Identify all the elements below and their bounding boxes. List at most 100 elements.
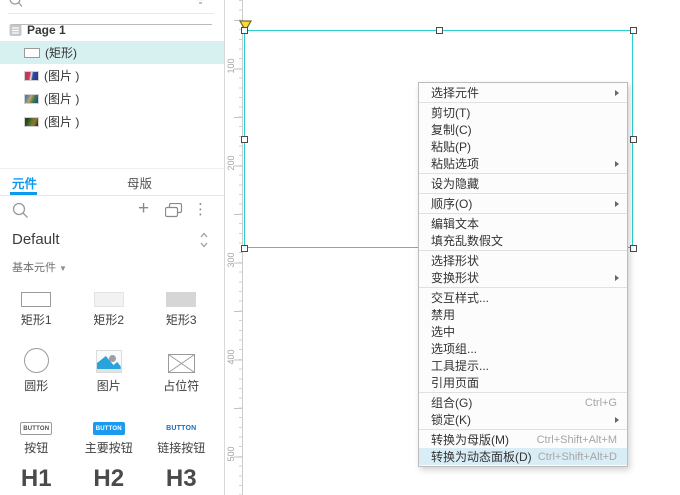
menu-separator (419, 102, 627, 103)
menu-item-label: 工具提示... (431, 359, 490, 373)
widget-h3[interactable]: H3 (145, 455, 218, 495)
widget-label: 按钮 (24, 441, 49, 455)
menu-item-convert-to-dynamic-panel[interactable]: 转换为动态面板(D) Ctrl+Shift+Alt+D (419, 448, 627, 465)
section-basic-widgets[interactable]: 基本元件 ▼ (12, 259, 67, 275)
widget-label: 矩形1 (20, 313, 52, 327)
libraries-icon[interactable] (165, 203, 183, 218)
widget-placeholder[interactable]: 占位符 (145, 327, 218, 393)
widget-link-button[interactable]: BUTTON 链接按钮 (145, 393, 218, 455)
widget-rectangle3[interactable]: 矩形3 (145, 283, 218, 327)
primary-button-widget-icon: BUTTON (92, 422, 125, 435)
rectangle3-icon (166, 292, 197, 307)
menu-item-fill-lorem[interactable]: 填充乱数假文 (419, 232, 627, 249)
resize-handle-top-middle[interactable] (436, 27, 443, 34)
outline-filter-icon[interactable] (194, 0, 207, 5)
library-selector-value: Default (12, 231, 60, 248)
menu-item-group[interactable]: 组合(G) Ctrl+G (419, 394, 627, 411)
widget-search-icon[interactable] (12, 202, 29, 219)
submenu-arrow-icon (615, 416, 619, 423)
image-widget-icon (95, 350, 122, 373)
menu-separator (419, 287, 627, 288)
menu-item-cut[interactable]: 剪切(T) (419, 104, 627, 121)
widget-rectangle2[interactable]: 矩形2 (73, 283, 146, 327)
menu-item-shortcut: Ctrl+G (584, 396, 617, 409)
menu-item-interaction-styles[interactable]: 交互样式... (419, 289, 627, 306)
menu-item-label: 复制(C) (431, 123, 472, 137)
menu-item-paste-options[interactable]: 粘贴选项 (419, 155, 627, 172)
rectangle-icon (24, 47, 40, 58)
outline-header (0, 0, 224, 13)
menu-item-edit-text[interactable]: 编辑文本 (419, 215, 627, 232)
outline-item-image-3[interactable]: (图片 ) (0, 110, 224, 133)
placeholder-icon (167, 354, 195, 373)
menu-item-label: 选择元件 (431, 86, 480, 100)
outline-item-image-1[interactable]: (图片 ) (0, 64, 224, 87)
menu-item-paste[interactable]: 粘贴(P) (419, 138, 627, 155)
widget-h1[interactable]: H1 (0, 455, 73, 495)
widget-label: 圆形 (24, 379, 49, 393)
menu-item-reference-page[interactable]: 引用页面 (419, 374, 627, 391)
widget-h2[interactable]: H2 (73, 455, 146, 495)
menu-item-label: 选择形状 (431, 254, 480, 268)
widget-circle[interactable]: 圆形 (0, 327, 73, 393)
ruler-label: 200 (226, 155, 236, 171)
resize-handle-top-left[interactable] (241, 27, 248, 34)
more-options-icon[interactable]: ⋮ (193, 200, 208, 218)
menu-item-disabled[interactable]: 禁用 (419, 306, 627, 323)
resize-handle-middle-left[interactable] (241, 136, 248, 143)
menu-item-copy[interactable]: 复制(C) (419, 121, 627, 138)
tab-masters[interactable]: 母版 (127, 169, 152, 196)
menu-item-selected[interactable]: 选中 (419, 323, 627, 340)
outline-item-label: (图片 ) (44, 92, 80, 106)
submenu-arrow-icon (615, 200, 619, 207)
library-selector[interactable]: Default (0, 228, 224, 254)
outline-item-image-2[interactable]: (图片 ) (0, 87, 224, 110)
menu-item-option-group[interactable]: 选项组... (419, 340, 627, 357)
link-button-widget-icon: BUTTON (166, 425, 197, 432)
menu-item-label: 选项组... (431, 342, 478, 356)
menu-item-label: 粘贴选项 (431, 157, 480, 171)
menu-item-select-shape[interactable]: 选择形状 (419, 252, 627, 269)
menu-item-label: 禁用 (431, 308, 456, 322)
resize-handle-middle-right[interactable] (630, 136, 637, 143)
widget-label: 矩形2 (93, 313, 125, 327)
h3-widget-label: H3 (165, 465, 197, 492)
menu-separator (419, 392, 627, 393)
menu-item-transform-shape[interactable]: 变换形状 (419, 269, 627, 286)
menu-item-order[interactable]: 顺序(O) (419, 195, 627, 212)
ruler-label: 300 (226, 252, 236, 268)
ruler-label: 100 (226, 58, 236, 74)
outline-page-row[interactable]: Page 1 (0, 18, 224, 41)
menu-separator (419, 213, 627, 214)
image-thumbnail-icon (24, 93, 39, 104)
button-widget-icon: BUTTON (20, 422, 53, 435)
menu-item-tooltip[interactable]: 工具提示... (419, 357, 627, 374)
menu-item-label: 锁定(K) (431, 413, 471, 427)
resize-handle-top-right[interactable] (630, 27, 637, 34)
section-caret-icon: ▼ (59, 264, 67, 273)
resize-handle-bottom-right[interactable] (630, 245, 637, 252)
menu-separator (419, 429, 627, 430)
menu-item-lock[interactable]: 锁定(K) (419, 411, 627, 428)
menu-item-label: 组合(G) (431, 396, 473, 410)
menu-item-label: 编辑文本 (431, 217, 480, 231)
outline-item-rectangle[interactable]: (矩形) (0, 41, 224, 64)
outline-search-icon[interactable] (8, 0, 23, 9)
h2-widget-label: H2 (93, 465, 125, 492)
menu-item-select-widget[interactable]: 选择元件 (419, 84, 627, 101)
menu-item-set-hidden[interactable]: 设为隐藏 (419, 175, 627, 192)
menu-item-label: 填充乱数假文 (431, 234, 504, 248)
ruler-label: 400 (226, 349, 236, 365)
widget-image[interactable]: 图片 (73, 327, 146, 393)
add-library-icon[interactable]: + (138, 198, 149, 220)
widget-button[interactable]: BUTTON 按钮 (0, 393, 73, 455)
section-label-text: 基本元件 (12, 262, 56, 274)
widget-label: 矩形3 (165, 313, 197, 327)
submenu-arrow-icon (615, 89, 619, 96)
menu-item-convert-to-master[interactable]: 转换为母版(M) Ctrl+Shift+Alt+M (419, 431, 627, 448)
widget-rectangle1[interactable]: 矩形1 (0, 283, 73, 327)
widget-primary-button[interactable]: BUTTON 主要按钮 (73, 393, 146, 455)
menu-item-label: 选中 (431, 325, 456, 339)
resize-handle-bottom-left[interactable] (241, 245, 248, 252)
menu-item-label: 交互样式... (431, 291, 490, 305)
